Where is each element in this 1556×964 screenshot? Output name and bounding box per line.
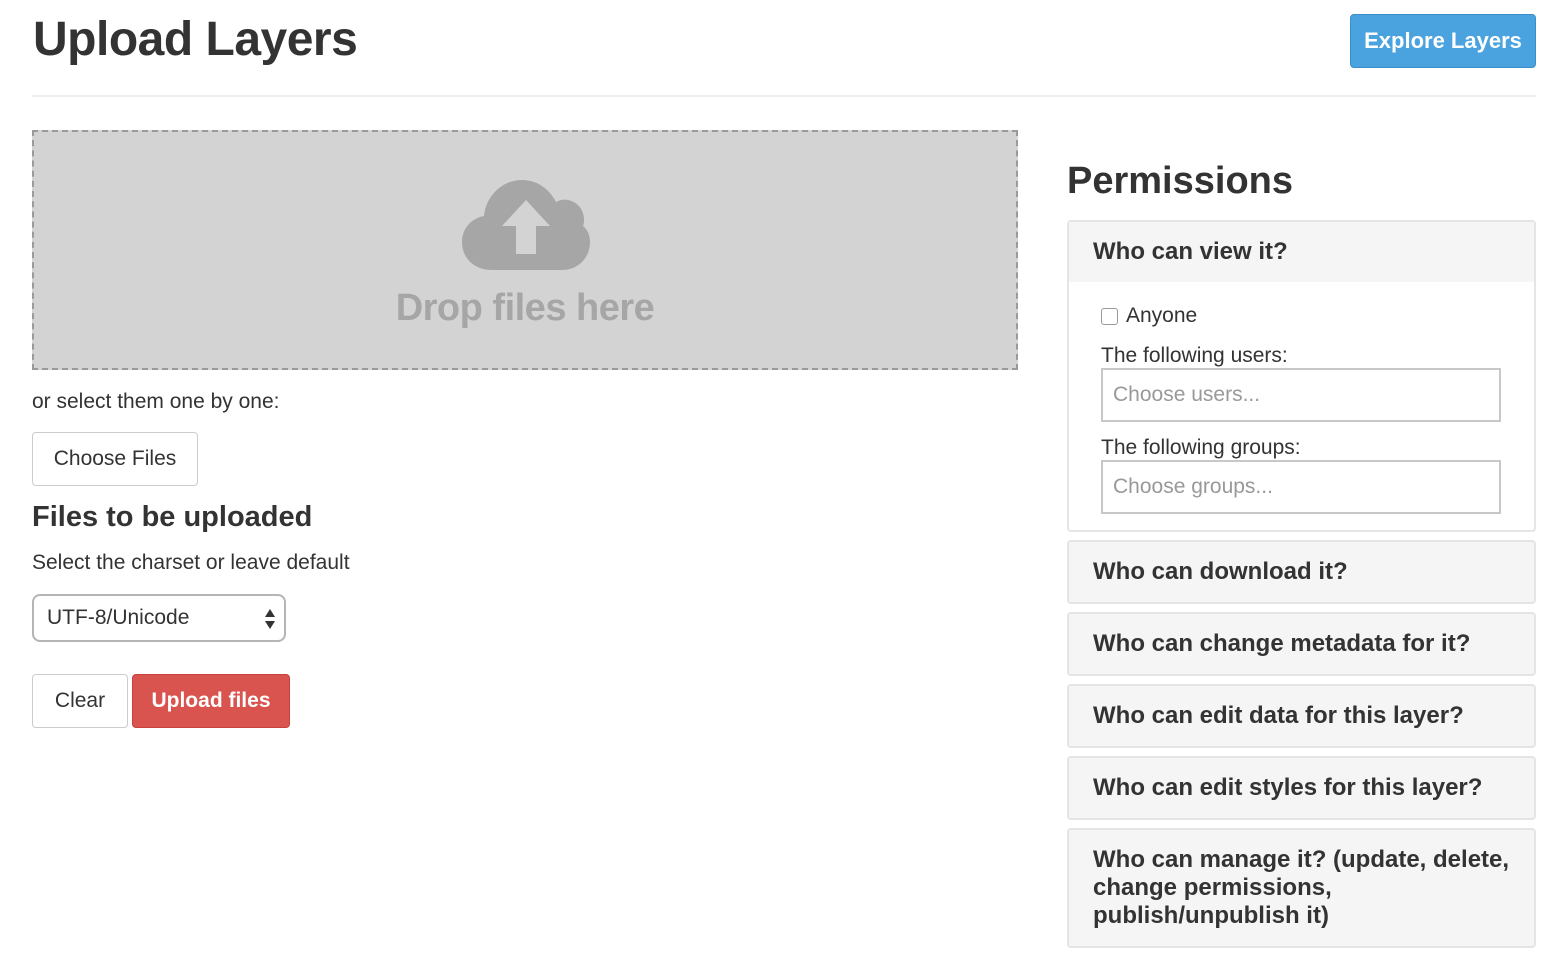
explore-layers-button[interactable]: Explore Layers — [1350, 14, 1536, 68]
download-permission-panel: Who can download it? — [1067, 540, 1536, 604]
metadata-permission-panel: Who can change metadata for it? — [1067, 612, 1536, 676]
header-divider — [32, 95, 1536, 97]
view-permission-heading[interactable]: Who can view it? — [1069, 222, 1534, 282]
charset-select[interactable]: UTF-8/Unicode — [32, 594, 286, 642]
choose-users-placeholder: Choose users... — [1113, 383, 1261, 406]
groups-label: The following groups: — [1101, 436, 1301, 459]
anyone-checkbox[interactable] — [1101, 307, 1118, 325]
choose-files-button[interactable]: Choose Files — [32, 432, 198, 486]
edit-styles-permission-heading[interactable]: Who can edit styles for this layer? — [1069, 758, 1534, 818]
select-arrows-icon — [265, 609, 275, 629]
edit-data-permission-panel: Who can edit data for this layer? — [1067, 684, 1536, 748]
edit-data-permission-heading[interactable]: Who can edit data for this layer? — [1069, 686, 1534, 746]
users-label: The following users: — [1101, 344, 1288, 367]
drop-files-text: Drop files here — [395, 287, 655, 329]
download-permission-heading[interactable]: Who can download it? — [1069, 542, 1534, 602]
metadata-permission-heading[interactable]: Who can change metadata for it? — [1069, 614, 1534, 674]
choose-groups-placeholder: Choose groups... — [1113, 475, 1273, 498]
manage-permission-heading[interactable]: Who can manage it? (update, delete, chan… — [1069, 830, 1534, 946]
edit-styles-permission-panel: Who can edit styles for this layer? — [1067, 756, 1536, 820]
anyone-option[interactable]: Anyone — [1101, 304, 1197, 328]
charset-label: Select the charset or leave default — [32, 551, 350, 574]
choose-users-input[interactable]: Choose users... — [1101, 368, 1501, 422]
select-one-by-one-label: or select them one by one: — [32, 390, 280, 413]
view-permission-panel: Who can view it? Anyone The following us… — [1067, 220, 1536, 532]
choose-groups-input[interactable]: Choose groups... — [1101, 460, 1501, 514]
permissions-title: Permissions — [1067, 160, 1293, 202]
cloud-upload-icon — [462, 180, 590, 270]
page-title: Upload Layers — [33, 13, 358, 66]
charset-select-value: UTF-8/Unicode — [47, 606, 190, 629]
anyone-label: Anyone — [1126, 304, 1198, 327]
clear-button[interactable]: Clear — [32, 674, 128, 728]
file-dropzone[interactable]: Drop files here — [32, 130, 1018, 370]
files-to-upload-heading: Files to be uploaded — [32, 501, 313, 533]
upload-files-button[interactable]: Upload files — [132, 674, 290, 728]
manage-permission-panel: Who can manage it? (update, delete, chan… — [1067, 828, 1536, 948]
